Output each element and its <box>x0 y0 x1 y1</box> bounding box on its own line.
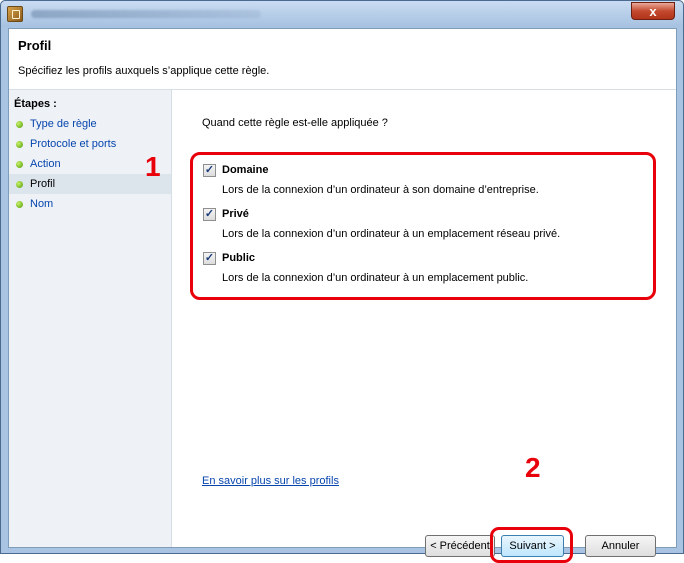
options-highlight-frame <box>190 152 656 300</box>
step-dot-icon <box>16 121 23 128</box>
step-dot-icon <box>16 181 23 188</box>
page-description: Spécifiez les profils auxquels s’appliqu… <box>18 65 270 77</box>
wizard-client-area: Profil Spécifiez les profils auxquels s’… <box>8 28 677 563</box>
learn-more-link[interactable]: En savoir plus sur les profils <box>202 475 339 487</box>
firewall-app-icon <box>7 6 23 22</box>
next-button-highlight-frame <box>490 527 573 563</box>
window-title-blurred <box>31 10 261 18</box>
sidebar-item-label: Profil <box>30 178 56 190</box>
step-dot-icon <box>16 161 23 168</box>
sidebar-item-nom[interactable]: Nom <box>9 194 171 214</box>
sidebar-item-type-de-regle[interactable]: Type de règle <box>9 114 171 134</box>
steps-title: Étapes : <box>14 98 57 110</box>
sidebar-item-label: Nom <box>30 198 54 210</box>
annotation-number-2: 2 <box>525 452 541 483</box>
wizard-window: x Profil Spécifiez les profils auxquels … <box>0 0 684 563</box>
main-panel: Quand cette règle est-elle appliquée ? ✓… <box>172 90 676 563</box>
step-dot-icon <box>16 141 23 148</box>
wizard-header: Profil Spécifiez les profils auxquels s’… <box>9 29 676 90</box>
step-dot-icon <box>16 201 23 208</box>
sidebar-item-label: Protocole et ports <box>30 138 117 150</box>
close-button[interactable]: x <box>631 2 675 20</box>
annotation-number-1: 1 <box>145 151 161 182</box>
title-bar[interactable]: x <box>1 1 683 27</box>
question-text: Quand cette règle est-elle appliquée ? <box>202 117 388 129</box>
page-title: Profil <box>18 38 52 53</box>
sidebar-item-label: Type de règle <box>30 118 97 130</box>
sidebar-item-label: Action <box>30 158 61 170</box>
